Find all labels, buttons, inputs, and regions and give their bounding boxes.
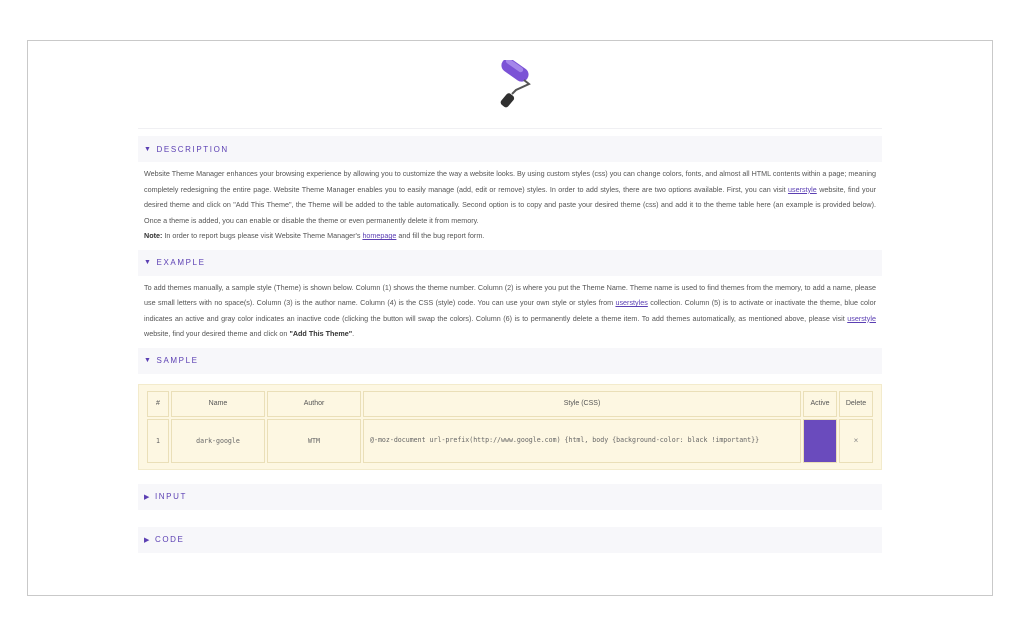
table-row: 1 dark-google WTM @-moz-document url-pre…: [147, 418, 873, 463]
triangle-down-icon: ▼: [144, 357, 153, 364]
sample-table-container: # Name Author Style (CSS) Active Delete …: [138, 383, 882, 470]
triangle-down-icon: ▼: [144, 145, 153, 153]
main-content: ▼ DESCRIPTION Website Theme Manager enha…: [138, 128, 882, 553]
homepage-link[interactable]: homepage: [362, 231, 396, 240]
example-text: To add themes manually, a sample style (…: [138, 276, 882, 348]
cell-name[interactable]: dark-google: [171, 418, 265, 463]
header-delete: Delete: [839, 390, 873, 417]
triangle-right-icon: ▶: [144, 536, 151, 544]
delete-icon[interactable]: ×: [854, 436, 859, 445]
section-header-description[interactable]: ▼ DESCRIPTION: [138, 136, 882, 162]
section-label: DESCRIPTION: [156, 144, 229, 154]
cell-num: 1: [147, 418, 169, 463]
header-active: Active: [803, 390, 837, 417]
userstyle-link[interactable]: userstyle: [788, 185, 817, 194]
section-label: SAMPLE: [156, 356, 199, 365]
theme-table: # Name Author Style (CSS) Active Delete …: [145, 389, 875, 465]
text: website, find your desired theme and cli…: [144, 329, 290, 338]
header-name: Name: [171, 390, 265, 417]
cell-author[interactable]: WTM: [267, 418, 361, 463]
section-header-example[interactable]: ▼ EXAMPLE: [138, 249, 882, 276]
userstyles-link[interactable]: userstyles: [615, 298, 647, 307]
paint-roller-icon: [486, 58, 536, 110]
cell-style[interactable]: @-moz-document url-prefix(http://www.goo…: [363, 418, 801, 463]
header-num: #: [147, 390, 169, 417]
cell-delete: ×: [839, 418, 873, 463]
text: In order to report bugs please visit Web…: [162, 231, 363, 240]
note-label: Note:: [144, 231, 163, 240]
table-header-row: # Name Author Style (CSS) Active Delete: [147, 390, 873, 417]
active-toggle-button[interactable]: [804, 419, 836, 462]
header-author: Author: [267, 390, 361, 417]
cell-active: [803, 418, 837, 463]
section-header-code[interactable]: ▶ CODE: [138, 526, 882, 553]
text: and fill the bug report form.: [396, 231, 485, 240]
text: .: [352, 329, 355, 338]
userstyle-link[interactable]: userstyle: [847, 314, 876, 323]
header-style: Style (CSS): [363, 390, 801, 417]
section-label: INPUT: [154, 492, 187, 501]
text: Website Theme Manager enhances your brow…: [144, 169, 876, 194]
add-theme-emphasis: "Add This Theme": [289, 329, 353, 338]
section-label: EXAMPLE: [156, 258, 206, 267]
description-text: Website Theme Manager enhances your brow…: [138, 162, 882, 250]
triangle-right-icon: ▶: [144, 493, 151, 501]
triangle-down-icon: ▼: [144, 259, 153, 266]
section-label: CODE: [154, 535, 185, 544]
section-header-input[interactable]: ▶ INPUT: [138, 483, 882, 510]
section-header-sample[interactable]: ▼ SAMPLE: [138, 347, 882, 374]
